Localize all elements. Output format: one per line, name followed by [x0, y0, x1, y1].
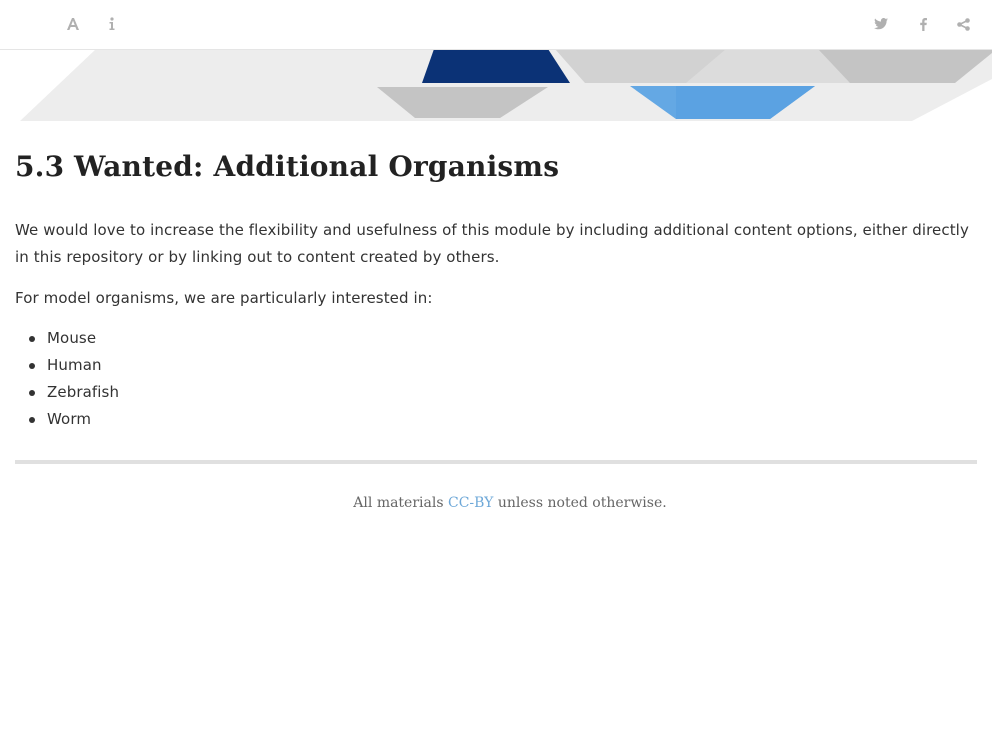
bullet-icon — [29, 363, 35, 369]
organisms-list: Mouse Human Zebrafish Worm — [15, 325, 119, 433]
list-item: Human — [15, 352, 119, 379]
bullet-icon — [29, 336, 35, 342]
twitter-icon — [874, 18, 888, 30]
list-item: Worm — [15, 406, 119, 433]
share-icon — [956, 17, 970, 31]
organism-label: Human — [47, 356, 102, 374]
organisms-lead-paragraph: For model organisms, we are particularly… — [15, 289, 433, 307]
intro-paragraph: We would love to increase the flexibilit… — [15, 221, 969, 266]
organism-label: Mouse — [47, 329, 97, 347]
facebook-share-button[interactable] — [911, 12, 935, 36]
twitter-share-button[interactable] — [869, 12, 893, 36]
share-button[interactable] — [951, 12, 975, 36]
footer-suffix: unless noted otherwise. — [493, 495, 667, 511]
bullet-icon — [29, 390, 35, 396]
bullet-icon — [29, 417, 35, 423]
license-link[interactable]: CC-BY — [448, 495, 493, 511]
font-settings-button[interactable] — [61, 12, 85, 36]
section-heading: 5.3 Wanted: Additional Organisms — [15, 150, 559, 183]
list-item: Mouse — [15, 325, 119, 352]
facebook-icon — [919, 17, 927, 31]
font-settings-icon — [67, 18, 79, 30]
header-banner-image — [20, 49, 992, 121]
license-footer: All materials CC-BY unless noted otherwi… — [15, 495, 977, 511]
organism-label: Zebrafish — [47, 383, 120, 401]
info-button[interactable] — [100, 12, 124, 36]
footer-divider — [15, 460, 977, 464]
footer-prefix: All materials — [353, 495, 448, 511]
section-title: Wanted: Additional Organisms — [74, 150, 560, 183]
list-item: Zebrafish — [15, 379, 119, 406]
section-number: 5.3 — [15, 150, 65, 183]
info-icon — [109, 17, 115, 30]
organism-label: Worm — [47, 410, 92, 428]
top-toolbar — [0, 0, 992, 50]
